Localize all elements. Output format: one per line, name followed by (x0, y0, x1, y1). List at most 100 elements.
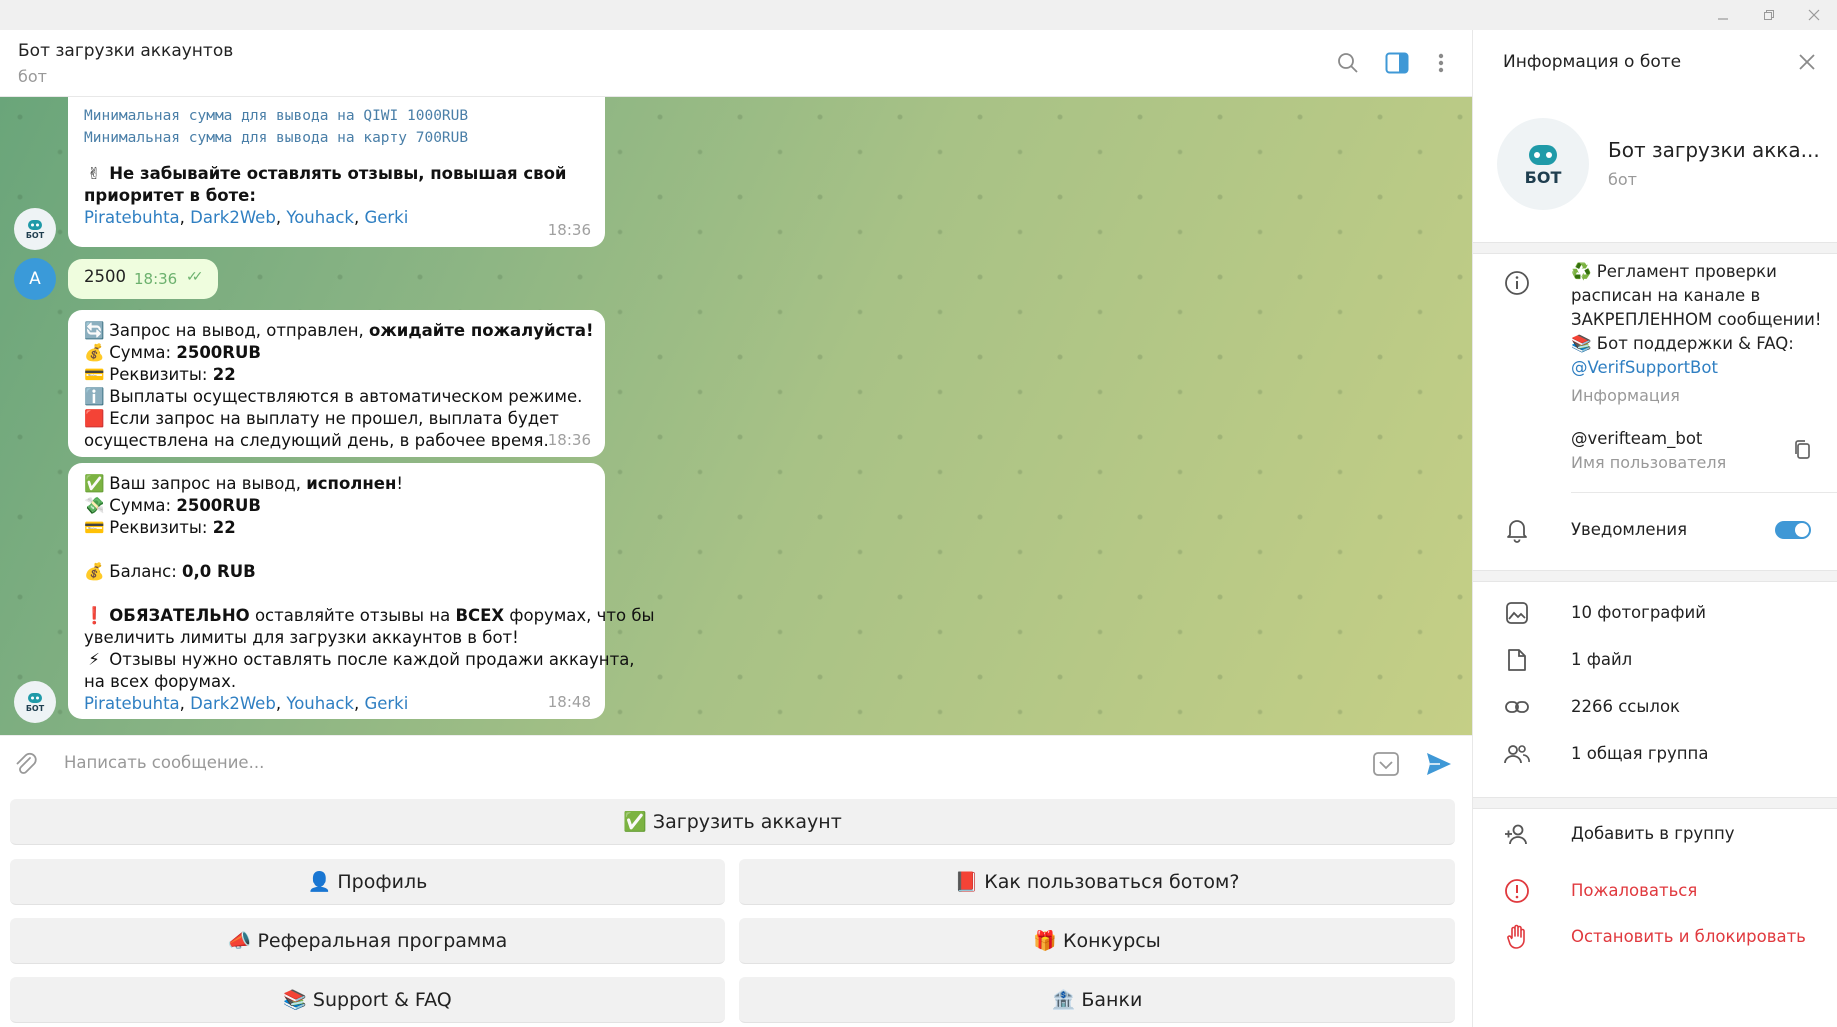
link-piratebuhta[interactable]: Piratebuhta (84, 208, 180, 227)
money-bag-emoji: 💰 (84, 562, 105, 581)
chat-title[interactable]: Бот загрузки аккаунтов (18, 41, 233, 61)
money-bag-emoji: 💰 (84, 343, 105, 362)
photo-icon (1503, 599, 1531, 627)
check-mark-emoji: ✅ (84, 474, 105, 493)
support-bot-link[interactable]: @VerifSupportBot (1571, 356, 1821, 380)
user-avatar[interactable]: A (14, 258, 56, 300)
link-gerki[interactable]: Gerki (364, 694, 408, 713)
message-input[interactable]: Написать сообщение... (64, 753, 264, 772)
message-text: Минимальная сумма для вывода на QIWI 100… (84, 108, 469, 124)
files-count[interactable]: 1 файл (1571, 648, 1632, 672)
message-time: 18:36 (547, 431, 591, 449)
bot-message-2[interactable]: 🔄 Запрос на вывод, отправлен, ожидайте п… (68, 310, 605, 457)
toggle-knob (1795, 523, 1809, 537)
restore-icon[interactable] (1746, 0, 1792, 30)
message-text: Сумма: (109, 343, 172, 362)
notifications-toggle[interactable] (1775, 521, 1811, 539)
link-youhack[interactable]: Youhack (286, 694, 354, 713)
message-text: Если запрос на выплату не прошел, выплат… (109, 409, 559, 428)
window-close-icon[interactable] (1791, 0, 1837, 30)
info-emoji: ℹ️ (84, 387, 105, 406)
bot-avatar[interactable]: БОТ (14, 208, 56, 250)
message-text: 22 (212, 365, 236, 384)
card-emoji: 💳 (84, 518, 105, 537)
message-text: Сумма: (109, 496, 172, 515)
photos-count[interactable]: 10 фотографий (1571, 601, 1706, 625)
message-text: Не забывайте оставлять отзывы, повышая с… (109, 164, 567, 183)
referral-button[interactable]: 📣 Реферальная программа (10, 918, 725, 964)
refresh-emoji: 🔄 (84, 321, 105, 340)
message-text: Реквизиты: (109, 518, 208, 537)
description-line: расписан на канале в (1571, 286, 1761, 305)
minimize-icon[interactable] (1700, 0, 1746, 30)
message-text: Запрос на вывод, отправлен, (109, 321, 364, 340)
attach-icon[interactable] (12, 750, 40, 778)
message-text: 2500 (84, 267, 126, 286)
message-text: 2500RUB (176, 496, 261, 515)
card-emoji: 💳 (84, 365, 105, 384)
message-text: Выплаты осуществляются в автоматическом … (109, 387, 583, 406)
stop-and-block-button[interactable]: Остановить и блокировать (1571, 925, 1806, 949)
link-dark2web[interactable]: Dark2Web (190, 694, 276, 713)
link-gerki[interactable]: Gerki (364, 208, 408, 227)
more-options-icon[interactable] (1425, 47, 1457, 79)
read-check-icon: ✓✓ (186, 269, 204, 285)
report-button[interactable]: Пожаловаться (1571, 879, 1697, 903)
banks-button[interactable]: 🏦 Банки (739, 977, 1455, 1023)
message-text: 2500RUB (176, 343, 261, 362)
chat-subtitle: бот (18, 67, 47, 86)
message-text: увеличить лимиты для загрузки аккаунтов … (84, 628, 519, 647)
common-groups-count[interactable]: 1 общая группа (1571, 742, 1708, 766)
red-square-emoji: 🟥 (84, 409, 105, 428)
keyboard-toggle-icon[interactable] (1372, 750, 1400, 778)
bot-name: Бот загрузки акка... (1608, 138, 1820, 162)
lightning-emoji: ⚡ (88, 650, 100, 669)
add-to-group-button[interactable]: Добавить в группу (1571, 822, 1735, 846)
links-count[interactable]: 2266 ссылок (1571, 695, 1680, 719)
link-youhack[interactable]: Youhack (286, 208, 354, 227)
sidebar-toggle-icon[interactable] (1381, 47, 1413, 79)
upload-account-button[interactable]: ✅ Загрузить аккаунт (10, 799, 1455, 845)
bell-icon (1503, 516, 1531, 544)
bot-info-panel: Информация о боте БОТ Бот загрузки акка.… (1472, 30, 1837, 1027)
section-divider (1473, 797, 1837, 809)
exclamation-emoji: ❗ (84, 606, 105, 625)
link-separator: , (353, 694, 360, 713)
link-separator: , (353, 208, 360, 227)
link-dark2web[interactable]: Dark2Web (190, 208, 276, 227)
message-text: 0,0 RUB (182, 562, 256, 581)
bot-message-1[interactable]: Минимальная сумма для вывода на QIWI 100… (68, 97, 605, 247)
profile-button[interactable]: 👤 Профиль (10, 859, 725, 905)
link-separator: , (275, 208, 282, 227)
section-divider (1473, 242, 1837, 254)
message-text: осуществлена на следующий день, в рабоче… (84, 431, 549, 450)
search-icon[interactable] (1332, 47, 1364, 79)
bot-avatar[interactable]: БОТ (14, 681, 56, 723)
message-text: на всех форумах. (84, 672, 237, 691)
add-user-icon (1503, 820, 1531, 848)
bot-message-3[interactable]: ✅ Ваш запрос на вывод, исполнен! 💸 Сумма… (68, 463, 655, 719)
message-time: 18:36 (134, 270, 178, 288)
bot-avatar-label: БОТ (1524, 167, 1562, 187)
user-message-1[interactable]: 2500 18:36 ✓✓ (68, 259, 218, 299)
close-icon[interactable] (1793, 48, 1821, 76)
link-separator: , (179, 694, 185, 713)
username-link[interactable]: @verifteam_bot (1571, 427, 1702, 451)
window-titlebar (0, 0, 1837, 30)
message-text: Отзывы нужно оставлять после каждой прод… (109, 650, 635, 669)
message-text: ! (396, 474, 403, 493)
message-input-bar: Написать сообщение... (0, 735, 1472, 791)
message-text: ОБЯЗАТЕЛЬНО (109, 606, 250, 625)
support-faq-button[interactable]: 📚 Support & FAQ (10, 977, 725, 1023)
message-text: форумах, что бы (509, 606, 655, 625)
contests-button[interactable]: 🎁 Конкурсы (739, 918, 1455, 964)
bot-profile-avatar[interactable]: БОТ (1497, 118, 1589, 210)
report-icon (1503, 877, 1531, 905)
link-piratebuhta[interactable]: Piratebuhta (84, 694, 180, 713)
copy-icon[interactable] (1791, 438, 1815, 462)
chat-messages-area[interactable]: Минимальная сумма для вывода на QIWI 100… (0, 97, 1472, 735)
send-icon[interactable] (1424, 749, 1454, 779)
message-text: приоритет в боте: (84, 186, 256, 205)
how-to-use-button[interactable]: 📕 Как пользоваться ботом? (739, 859, 1455, 905)
description-line: ЗАКРЕПЛЕННОМ сообщении! (1571, 310, 1822, 329)
